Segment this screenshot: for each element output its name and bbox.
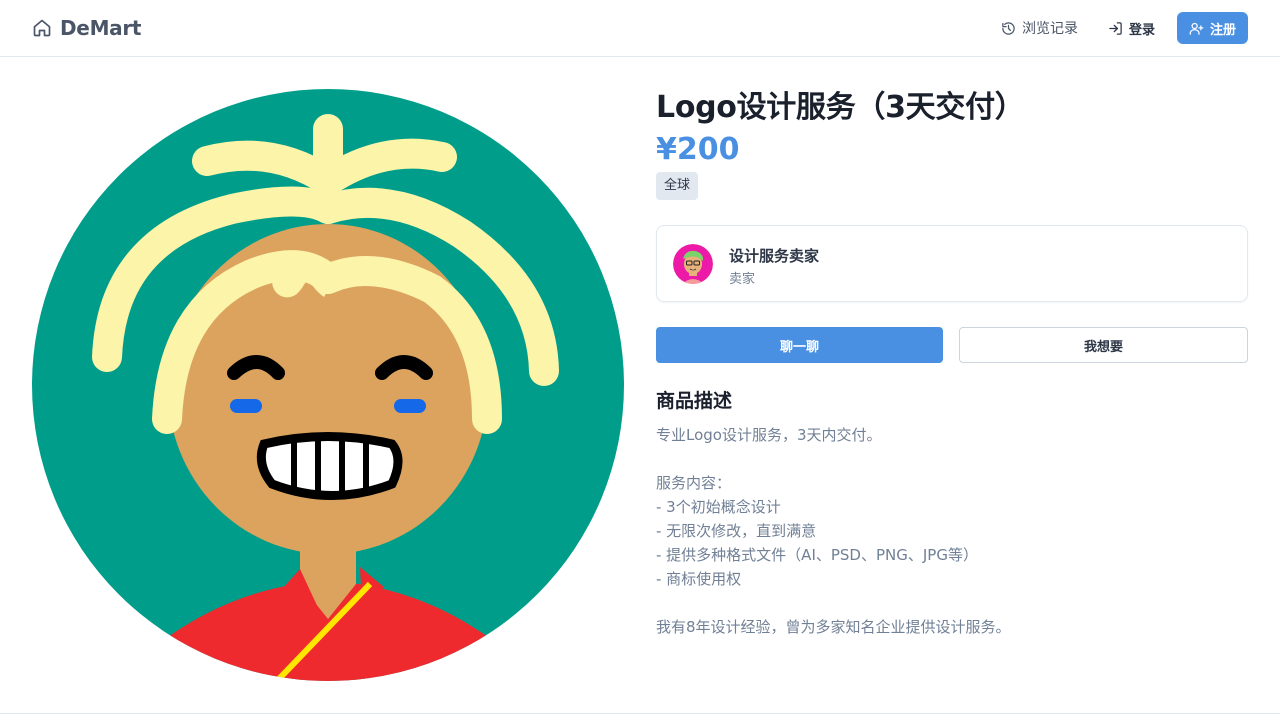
- login-link[interactable]: 登录: [1100, 12, 1163, 44]
- history-label: 浏览记录: [1021, 21, 1078, 37]
- seller-avatar-illustration: [673, 244, 713, 284]
- description-line: - 提供多种格式文件（AI、PSD、PNG、JPG等）: [656, 546, 978, 564]
- top-navbar: DeMart 浏览记录 登录 注册: [0, 0, 1280, 57]
- description-line: 专业Logo设计服务，3天内交付。: [656, 426, 882, 444]
- product-image: [32, 89, 624, 681]
- footer-divider: [0, 713, 1280, 714]
- product-price: ¥200: [656, 132, 740, 167]
- region-tag: 全球: [656, 172, 699, 200]
- login-icon: [1109, 21, 1122, 35]
- login-label: 登录: [1128, 22, 1155, 38]
- brand-home-link[interactable]: DeMart: [32, 15, 142, 41]
- history-icon: [1002, 21, 1015, 35]
- register-label: 注册: [1209, 22, 1236, 38]
- description-line: - 无限次修改，直到满意: [656, 522, 817, 540]
- register-button[interactable]: 注册: [1176, 12, 1248, 44]
- description-body: 专业Logo设计服务，3天内交付。 服务内容： - 3个初始概念设计 - 无限次…: [656, 423, 1248, 639]
- product-avatar-illustration: [32, 89, 624, 681]
- description-line: 服务内容：: [656, 474, 732, 492]
- description-line: [656, 591, 1248, 615]
- history-link[interactable]: 浏览记录: [993, 12, 1086, 44]
- description-heading: 商品描述: [656, 390, 733, 412]
- seller-name: 设计服务卖家: [729, 247, 820, 265]
- product-detail: Logo设计服务（3天交付） ¥200 全球 设计服务卖家 卖家 聊一聊 我想要…: [656, 88, 1248, 636]
- nav-actions: 浏览记录 登录 注册: [993, 12, 1248, 44]
- chat-button[interactable]: 聊一聊: [656, 327, 943, 363]
- brand-name: DeMart: [60, 16, 142, 40]
- product-title: Logo设计服务（3天交付）: [656, 90, 1025, 125]
- description-line: 我有8年设计经验，曾为多家知名企业提供设计服务。: [656, 618, 1011, 636]
- want-button[interactable]: 我想要: [959, 327, 1248, 363]
- description-line: [656, 447, 1248, 471]
- description-line: - 3个初始概念设计: [656, 498, 781, 516]
- description-line: - 商标使用权: [656, 570, 742, 588]
- seller-avatar: [673, 244, 713, 284]
- home-icon: [33, 19, 51, 37]
- action-buttons: 聊一聊 我想要: [656, 327, 1248, 363]
- user-plus-icon: [1189, 22, 1204, 35]
- seller-role: 卖家: [729, 272, 756, 287]
- seller-card[interactable]: 设计服务卖家 卖家: [656, 225, 1248, 302]
